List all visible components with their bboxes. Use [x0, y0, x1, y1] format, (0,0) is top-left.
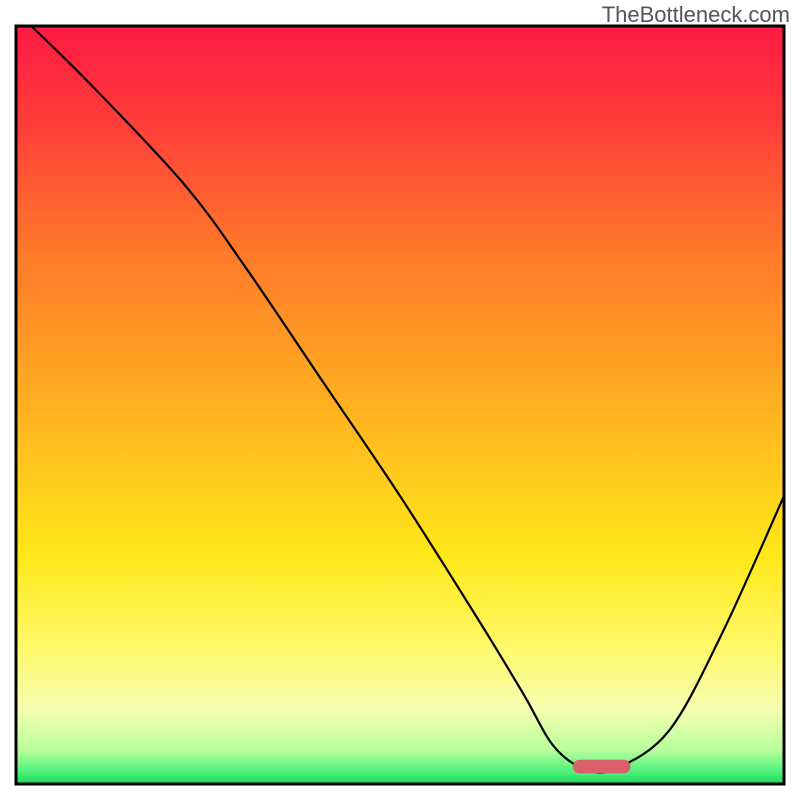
optimal-range-marker — [573, 760, 631, 774]
plot-background — [16, 26, 784, 784]
bottleneck-chart: TheBottleneck.com — [0, 0, 800, 800]
watermark-text: TheBottleneck.com — [602, 2, 790, 28]
chart-svg — [0, 0, 800, 800]
